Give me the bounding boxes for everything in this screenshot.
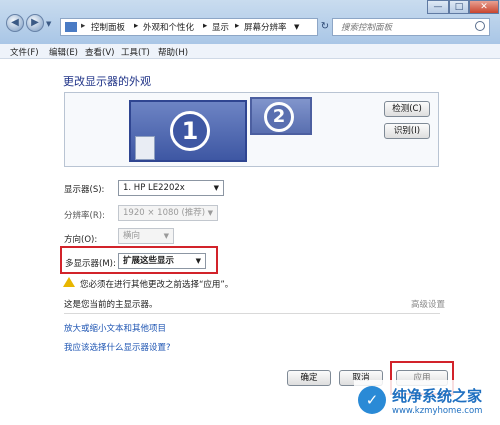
monitor-2[interactable]: 2 xyxy=(250,97,312,135)
menu-tools[interactable]: 工具(T) xyxy=(121,46,150,58)
resolution-select-value: 1920 × 1080 (推荐) xyxy=(123,208,206,218)
chevron-down-icon: ▼ xyxy=(163,232,169,240)
resolution-select[interactable]: 1920 × 1080 (推荐) ▼ xyxy=(118,205,218,221)
multi-display-select[interactable]: 扩展这些显示 ▼ xyxy=(118,253,206,269)
orientation-label: 方向(O): xyxy=(64,235,98,245)
resolution-label: 分辨率(R): xyxy=(64,211,105,221)
refresh-icon[interactable]: ↻ xyxy=(318,18,332,36)
watermark-url: www.kzmyhome.com xyxy=(392,406,483,416)
chevron-down-icon: ▼ xyxy=(195,257,201,265)
breadcrumb-sep-icon: ▸ xyxy=(134,21,139,31)
forward-button[interactable]: ▶ xyxy=(26,14,44,32)
divider xyxy=(64,313,440,314)
chevron-down-icon: ▼ xyxy=(207,209,213,217)
menu-file[interactable]: 文件(F) xyxy=(10,46,39,58)
primary-display-text: 这是您当前的主显示器。 xyxy=(64,300,158,310)
watermark-logo-icon: ✓ xyxy=(358,386,386,414)
display-label: 显示器(S): xyxy=(64,185,105,195)
minimize-button[interactable]: — xyxy=(427,0,449,14)
orientation-select-value: 横向 xyxy=(123,231,141,241)
ok-button[interactable]: 确定 xyxy=(287,370,331,386)
breadcrumb-sep-icon: ▸ xyxy=(81,21,86,31)
breadcrumb-resolution[interactable]: 屏幕分辨率 xyxy=(244,21,287,33)
detect-button[interactable]: 检测(C) xyxy=(384,101,430,117)
breadcrumb-sep-icon: ▸ xyxy=(235,21,240,31)
advanced-settings-link[interactable]: 高级设置 xyxy=(411,298,445,310)
watermark: ✓ 纯净系统之家 www.kzmyhome.com xyxy=(354,380,500,425)
warning-icon xyxy=(63,277,75,287)
search-icon[interactable] xyxy=(475,21,485,31)
monitor-1-number: 1 xyxy=(170,111,210,151)
title-bar: — □ ✕ ◀ ▶ ▼ ▸ 控制面板 ▸ 外观和个性化 ▸ 显示 ▸ 屏幕分辨率… xyxy=(0,0,500,44)
search-input[interactable] xyxy=(339,20,478,36)
address-dropdown-icon[interactable]: ▼ xyxy=(294,23,299,31)
multi-display-label: 多显示器(M): xyxy=(65,259,116,269)
monitor-1[interactable]: 1 xyxy=(129,100,247,162)
back-button[interactable]: ◀ xyxy=(6,14,24,32)
control-panel-icon xyxy=(65,22,77,32)
monitor-1-taskbar-icon xyxy=(135,136,155,160)
identify-button[interactable]: 识别(I) xyxy=(384,123,430,139)
menu-help[interactable]: 帮助(H) xyxy=(158,46,188,58)
recent-pages-dropdown-icon[interactable]: ▼ xyxy=(46,20,51,28)
monitor-arrangement-panel: 1 2 检测(C) 识别(I) xyxy=(64,92,439,167)
menu-view[interactable]: 查看(V) xyxy=(85,46,114,58)
maximize-button[interactable]: □ xyxy=(449,0,469,14)
menu-bar: 文件(F) 编辑(E) 查看(V) 工具(T) 帮助(H) xyxy=(0,44,500,59)
multi-display-select-value: 扩展这些显示 xyxy=(123,256,175,266)
breadcrumb-control-panel[interactable]: 控制面板 xyxy=(91,21,125,33)
text-size-link[interactable]: 放大或缩小文本和其他项目 xyxy=(64,322,166,334)
menu-edit[interactable]: 编辑(E) xyxy=(49,46,78,58)
watermark-title: 纯净系统之家 xyxy=(392,387,483,405)
breadcrumb-sep-icon: ▸ xyxy=(203,21,208,31)
address-bar[interactable]: ▸ 控制面板 ▸ 外观和个性化 ▸ 显示 ▸ 屏幕分辨率 ▼ xyxy=(60,18,318,36)
close-button[interactable]: ✕ xyxy=(469,0,499,14)
display-settings-help-link[interactable]: 我应该选择什么显示器设置? xyxy=(64,341,171,353)
page-title: 更改显示器的外观 xyxy=(63,75,151,88)
display-select-value: 1. HP LE2202x xyxy=(123,183,185,193)
breadcrumb-appearance[interactable]: 外观和个性化 xyxy=(143,21,194,33)
monitor-2-number: 2 xyxy=(264,102,294,132)
search-box[interactable] xyxy=(332,18,490,36)
orientation-select[interactable]: 横向 ▼ xyxy=(118,228,174,244)
warning-text: 您必须在进行其他更改之前选择“应用”。 xyxy=(80,280,234,290)
breadcrumb-display[interactable]: 显示 xyxy=(212,21,229,33)
chevron-down-icon: ▼ xyxy=(213,184,219,192)
display-select[interactable]: 1. HP LE2202x ▼ xyxy=(118,180,224,196)
